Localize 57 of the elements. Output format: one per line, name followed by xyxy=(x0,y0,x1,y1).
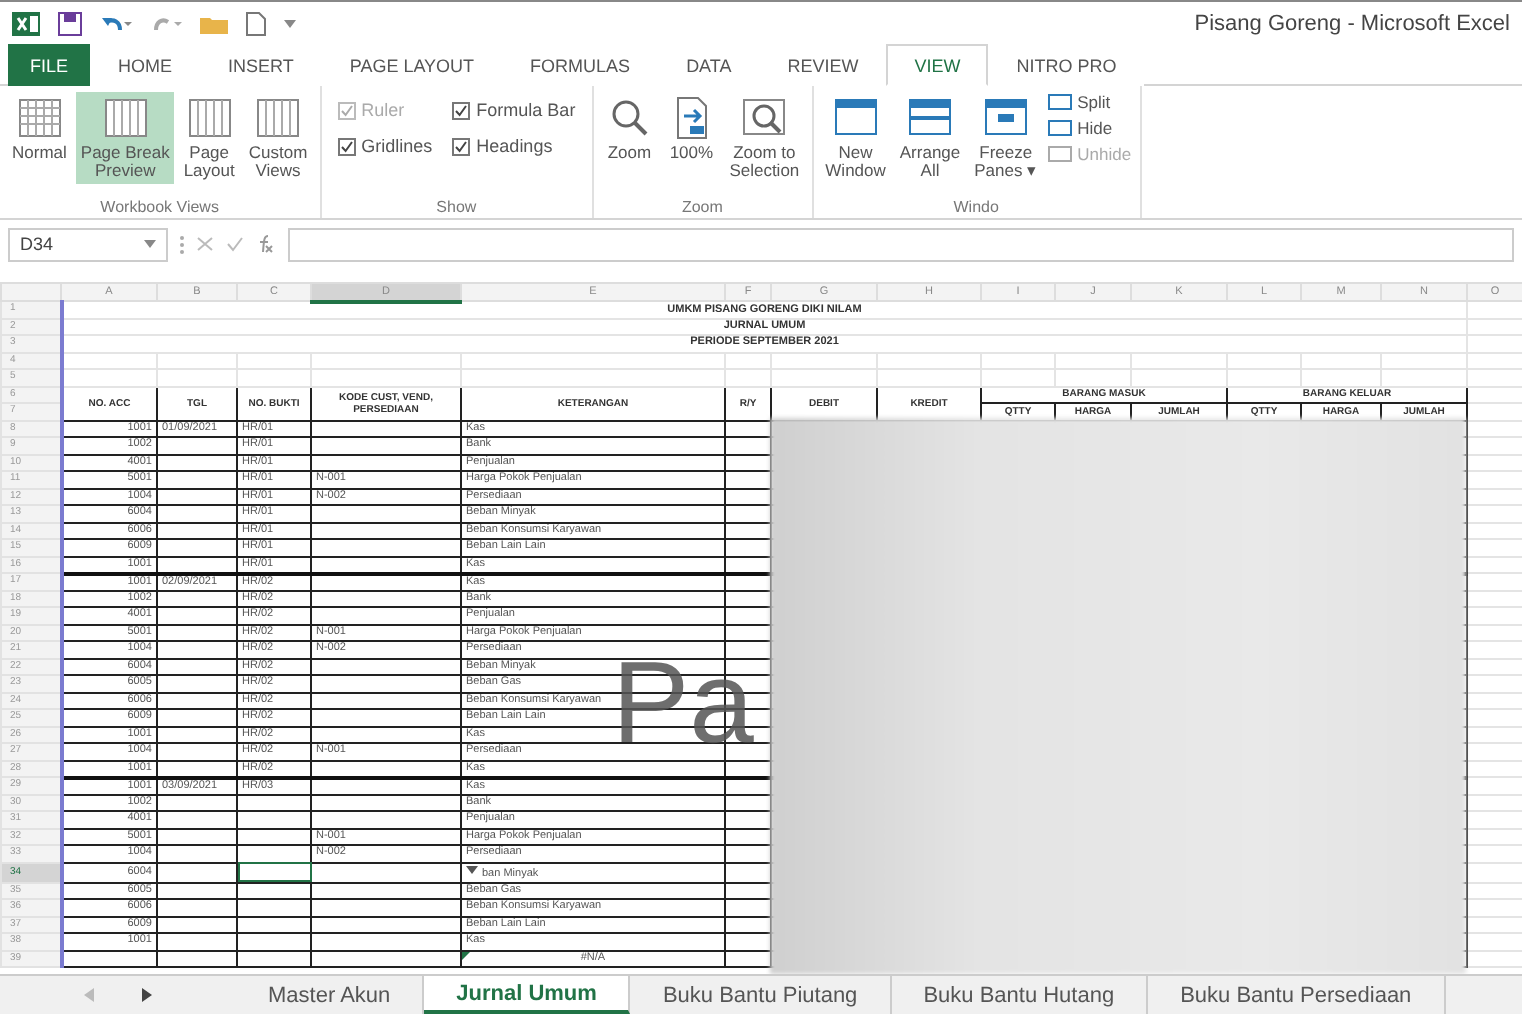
sheet-view-icon xyxy=(15,96,64,140)
window-icon xyxy=(906,96,955,140)
ribbon-button[interactable]: 100% xyxy=(663,92,720,166)
save-icon[interactable] xyxy=(58,11,82,35)
ribbon-button[interactable]: Normal xyxy=(8,92,71,166)
checkmark-icon xyxy=(454,139,469,153)
formula-input-field[interactable] xyxy=(288,227,1514,261)
sheet-tab[interactable]: Buku Bantu Persediaan xyxy=(1148,976,1446,1014)
ribbon-tab[interactable]: FILE xyxy=(8,44,91,86)
ribbon-button[interactable]: New Window xyxy=(821,92,890,184)
ribbon-button[interactable]: Zoom xyxy=(601,92,658,166)
check-icon[interactable] xyxy=(226,236,244,252)
caret-icon[interactable] xyxy=(284,19,296,27)
checkmark-icon xyxy=(339,103,354,117)
checkbox-option[interactable]: Headings xyxy=(452,136,576,156)
ribbon-small-button[interactable]: Hide xyxy=(1047,118,1132,138)
sheet-view-icon xyxy=(185,96,234,140)
checkmark-icon xyxy=(454,103,469,117)
sheet-tab[interactable]: Jurnal Umum xyxy=(424,976,631,1014)
zoom-selection-icon xyxy=(740,96,789,140)
ribbon-tab[interactable]: VIEW xyxy=(886,44,989,86)
checkbox-option[interactable]: Gridlines xyxy=(337,136,433,156)
sheet-tab[interactable]: Buku Bantu Piutang xyxy=(630,976,892,1014)
new-document-icon[interactable] xyxy=(246,11,266,35)
dropdown-arrow-icon[interactable] xyxy=(466,863,478,875)
ribbon-button[interactable]: Page Layout xyxy=(179,92,239,184)
name-box[interactable]: D34 xyxy=(8,227,168,261)
sheet-view-icon xyxy=(101,96,150,140)
spreadsheet-logo-icon xyxy=(12,11,40,35)
sheet-view-icon xyxy=(254,96,302,140)
ribbon-button[interactable]: Page Break Preview xyxy=(76,92,174,184)
ribbon-button[interactable]: Custom Views xyxy=(244,92,312,184)
pane-icon xyxy=(1047,146,1072,162)
function-icon[interactable] xyxy=(256,234,276,254)
pane-icon xyxy=(1047,94,1072,110)
window-icon xyxy=(831,96,880,140)
ribbon-button[interactable]: Arrange All xyxy=(895,92,965,184)
folder-icon[interactable] xyxy=(200,13,228,33)
right-triangle-icon xyxy=(142,988,152,1002)
sheet-tab[interactable]: Buku Bantu Hutang xyxy=(891,976,1149,1014)
undo-icon[interactable] xyxy=(100,13,132,33)
group-label: Show xyxy=(434,198,479,216)
checkbox-option[interactable]: Formula Bar xyxy=(452,100,576,120)
window-icon xyxy=(981,96,1030,140)
group-label: Workbook Views xyxy=(98,198,221,216)
ribbon-button[interactable]: Freeze Panes ▾ xyxy=(970,92,1042,184)
cancel-icon[interactable] xyxy=(196,236,214,252)
group-label: Windo xyxy=(951,198,1001,216)
ribbon-small-button[interactable]: Split xyxy=(1047,92,1132,112)
ribbon-button[interactable]: Zoom to Selection xyxy=(725,92,804,184)
ribbon-tab[interactable]: REVIEW xyxy=(759,44,887,86)
redo-icon[interactable] xyxy=(150,13,182,33)
pane-icon xyxy=(1047,120,1072,136)
window-title: Pisang Goreng - Microsoft Excel xyxy=(1194,11,1510,35)
group-label: Zoom xyxy=(679,198,725,216)
left-triangle-icon xyxy=(84,988,94,1002)
checkmark-icon xyxy=(339,139,354,153)
